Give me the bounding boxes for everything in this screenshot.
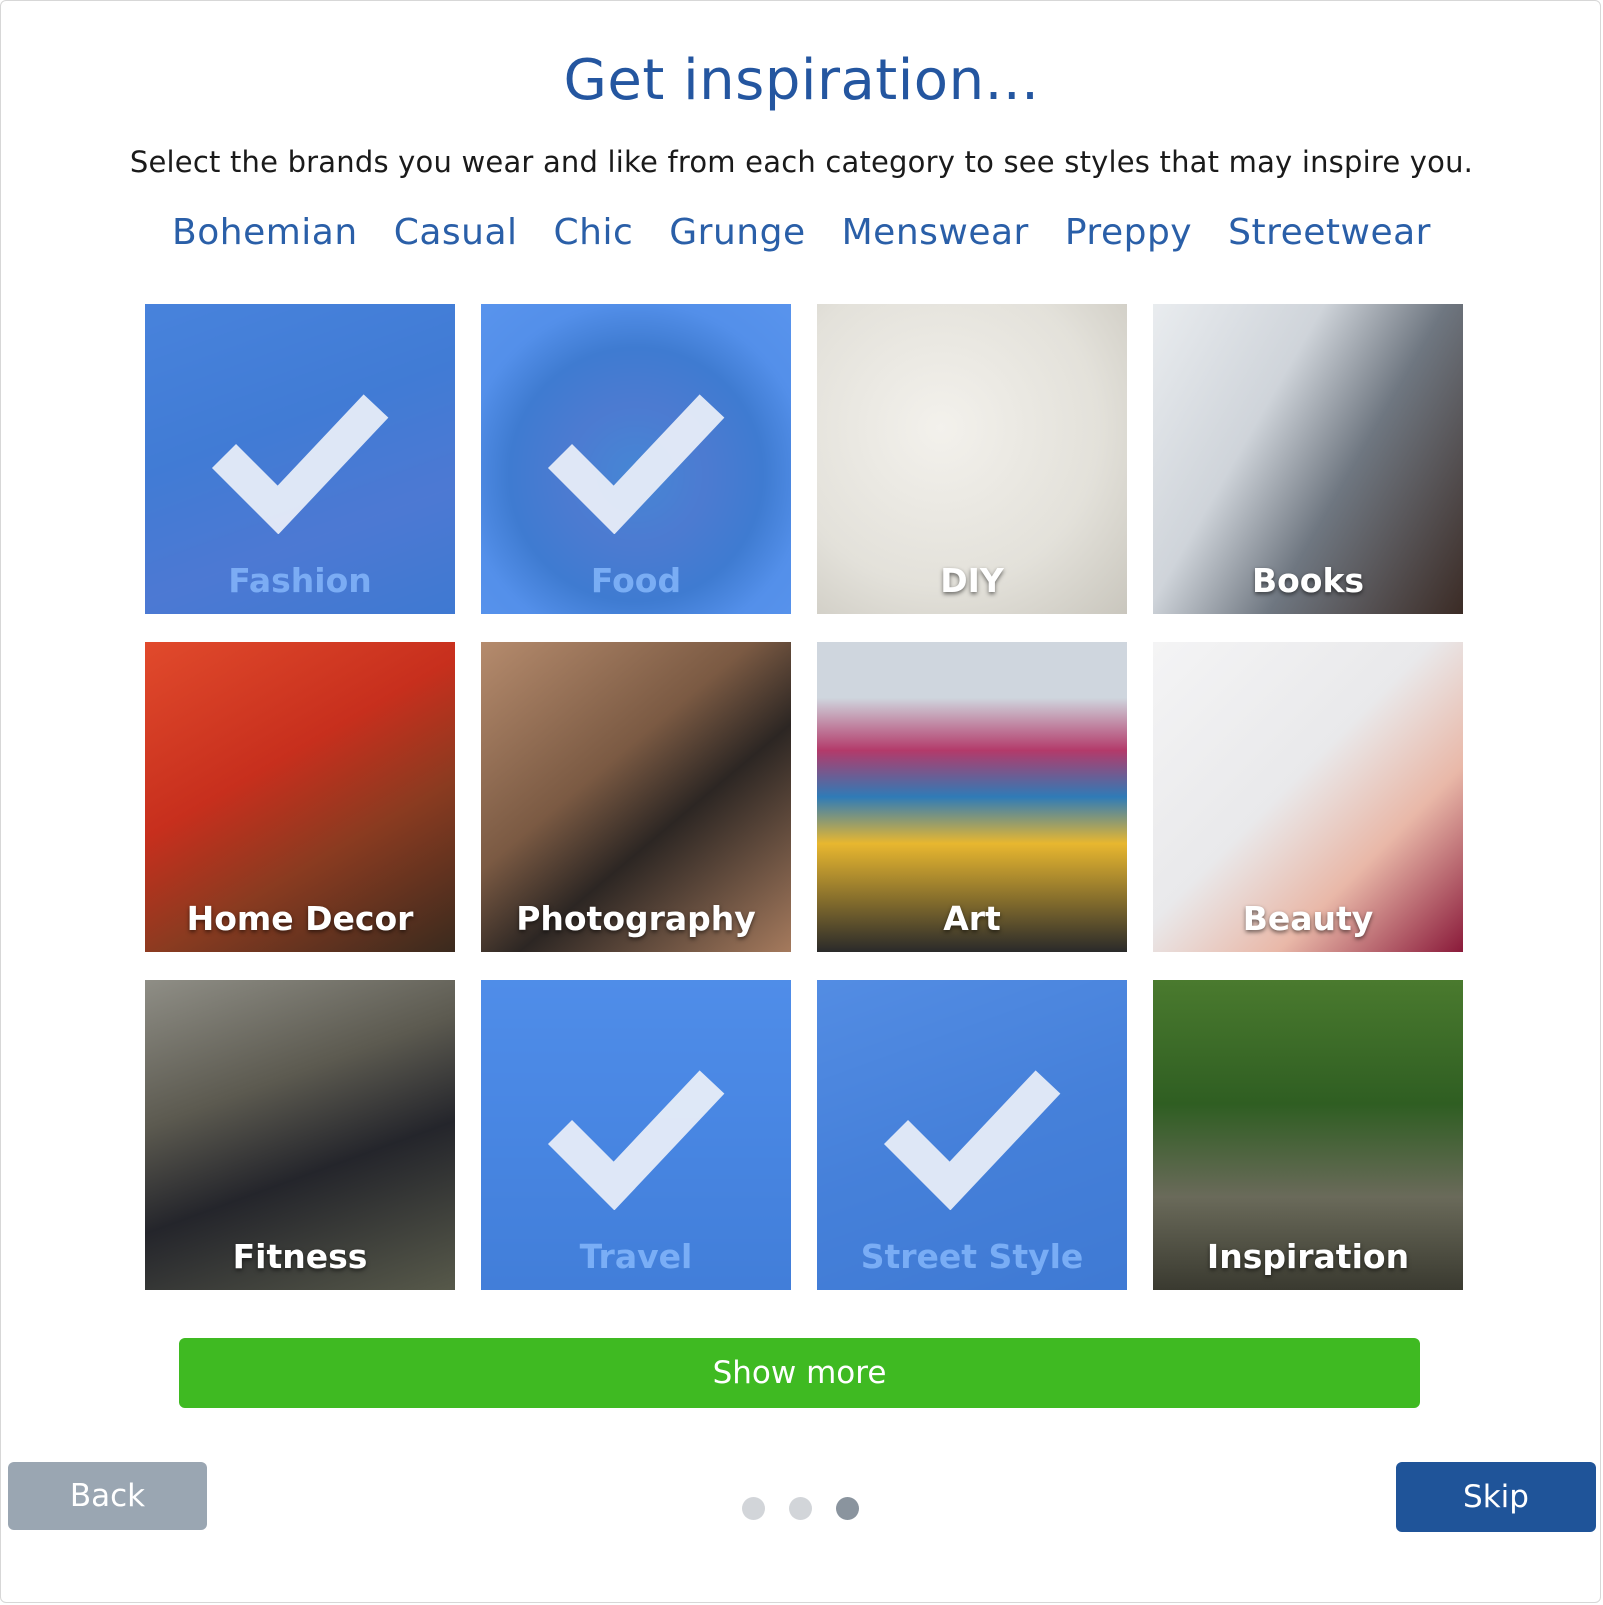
checkmark-icon bbox=[547, 1070, 725, 1210]
category-grid: Fashion Food DIY Books Home Decor Photography… bbox=[145, 304, 1463, 1290]
tile-label: Fashion bbox=[228, 561, 372, 600]
category-tile-inspiration[interactable]: Inspiration bbox=[1153, 980, 1463, 1290]
tile-label: Books bbox=[1251, 561, 1365, 600]
category-tile-home-decor[interactable]: Home Decor bbox=[145, 642, 455, 952]
skip-button[interactable]: Skip bbox=[1396, 1462, 1596, 1532]
category-tile-travel[interactable]: Travel bbox=[481, 980, 791, 1290]
page-title: Get inspiration... bbox=[563, 48, 1040, 113]
style-link-menswear[interactable]: Menswear bbox=[842, 212, 1029, 253]
tile-label: Photography bbox=[516, 899, 756, 938]
tile-label: Street Style bbox=[860, 1237, 1084, 1276]
category-tile-art[interactable]: Art bbox=[817, 642, 1127, 952]
style-link-preppy[interactable]: Preppy bbox=[1065, 212, 1192, 253]
pagination-dot-2[interactable] bbox=[789, 1497, 812, 1520]
category-tile-beauty[interactable]: Beauty bbox=[1153, 642, 1463, 952]
checkmark-icon bbox=[211, 394, 389, 534]
tile-label: Food bbox=[590, 561, 682, 600]
back-button[interactable]: Back bbox=[8, 1462, 207, 1530]
tile-label: Fitness bbox=[232, 1237, 368, 1276]
show-more-button[interactable]: Show more bbox=[179, 1338, 1420, 1408]
style-link-streetwear[interactable]: Streetwear bbox=[1228, 212, 1431, 253]
category-tile-fitness[interactable]: Fitness bbox=[145, 980, 455, 1290]
category-tile-diy[interactable]: DIY bbox=[817, 304, 1127, 614]
checkmark-icon bbox=[547, 394, 725, 534]
tile-label: DIY bbox=[940, 561, 1004, 600]
pagination-dot-1[interactable] bbox=[742, 1497, 765, 1520]
checkmark-icon bbox=[883, 1070, 1061, 1210]
tile-label: Inspiration bbox=[1206, 1237, 1410, 1276]
category-tile-street-style[interactable]: Street Style bbox=[817, 980, 1127, 1290]
category-tile-photography[interactable]: Photography bbox=[481, 642, 791, 952]
category-tile-books[interactable]: Books bbox=[1153, 304, 1463, 614]
tile-label: Travel bbox=[579, 1237, 693, 1276]
style-link-grunge[interactable]: Grunge bbox=[669, 212, 805, 253]
tile-label: Art bbox=[943, 899, 1001, 938]
pagination-dots bbox=[742, 1497, 859, 1520]
pagination-dot-3[interactable] bbox=[836, 1497, 859, 1520]
style-link-bohemian[interactable]: Bohemian bbox=[172, 212, 358, 253]
category-tile-food[interactable]: Food bbox=[481, 304, 791, 614]
category-tile-fashion[interactable]: Fashion bbox=[145, 304, 455, 614]
page-subtitle: Select the brands you wear and like from… bbox=[129, 145, 1474, 179]
style-link-casual[interactable]: Casual bbox=[394, 212, 518, 253]
tile-label: Beauty bbox=[1242, 899, 1374, 938]
style-link-chic[interactable]: Chic bbox=[554, 212, 634, 253]
style-filter-bar: Bohemian Casual Chic Grunge Menswear Pre… bbox=[0, 212, 1603, 253]
tile-label: Home Decor bbox=[186, 899, 414, 938]
